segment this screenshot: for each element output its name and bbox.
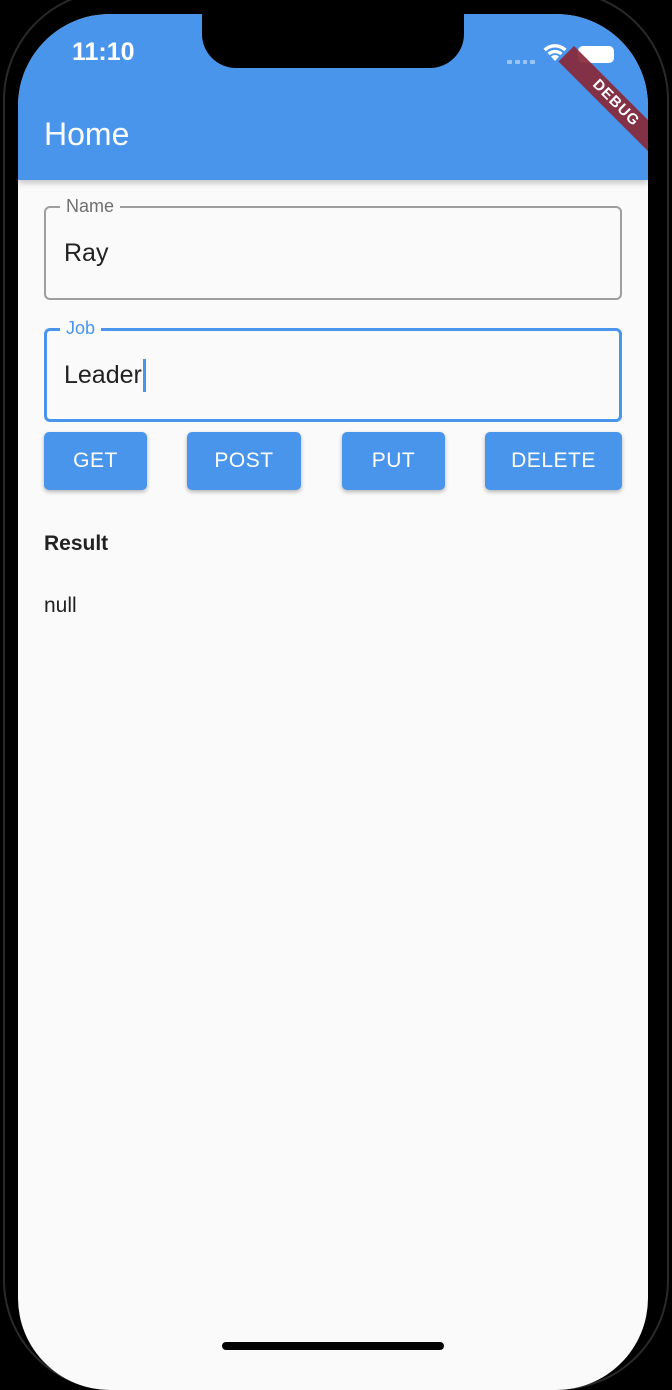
text-cursor (142, 359, 146, 392)
device-notch (202, 14, 464, 68)
result-value: null (44, 594, 77, 617)
job-field-value-wrap: Leader (64, 358, 146, 392)
job-field-label: Job (60, 317, 102, 339)
status-time: 11:10 (72, 38, 135, 66)
job-field-value: Leader (64, 361, 142, 389)
app-screen: 11:10 Home DEBUG Name Ray Job Leader GET… (18, 14, 648, 1390)
result-heading: Result (44, 532, 109, 555)
name-field-value: Ray (64, 239, 109, 267)
post-button[interactable]: POST (187, 432, 301, 490)
get-button[interactable]: GET (44, 432, 147, 490)
name-field[interactable]: Name Ray (44, 195, 622, 300)
delete-button[interactable]: DELETE (485, 432, 622, 490)
name-field-label: Name (60, 195, 121, 217)
put-button[interactable]: PUT (342, 432, 445, 490)
phone-device: 11:10 Home DEBUG Name Ray Job Leader GET… (0, 0, 672, 1390)
home-indicator[interactable] (222, 1342, 444, 1350)
app-bar: 11:10 Home (18, 14, 648, 180)
cellular-signal-icon (507, 56, 535, 64)
job-field[interactable]: Job Leader (44, 317, 622, 422)
page-title: Home (44, 116, 130, 152)
